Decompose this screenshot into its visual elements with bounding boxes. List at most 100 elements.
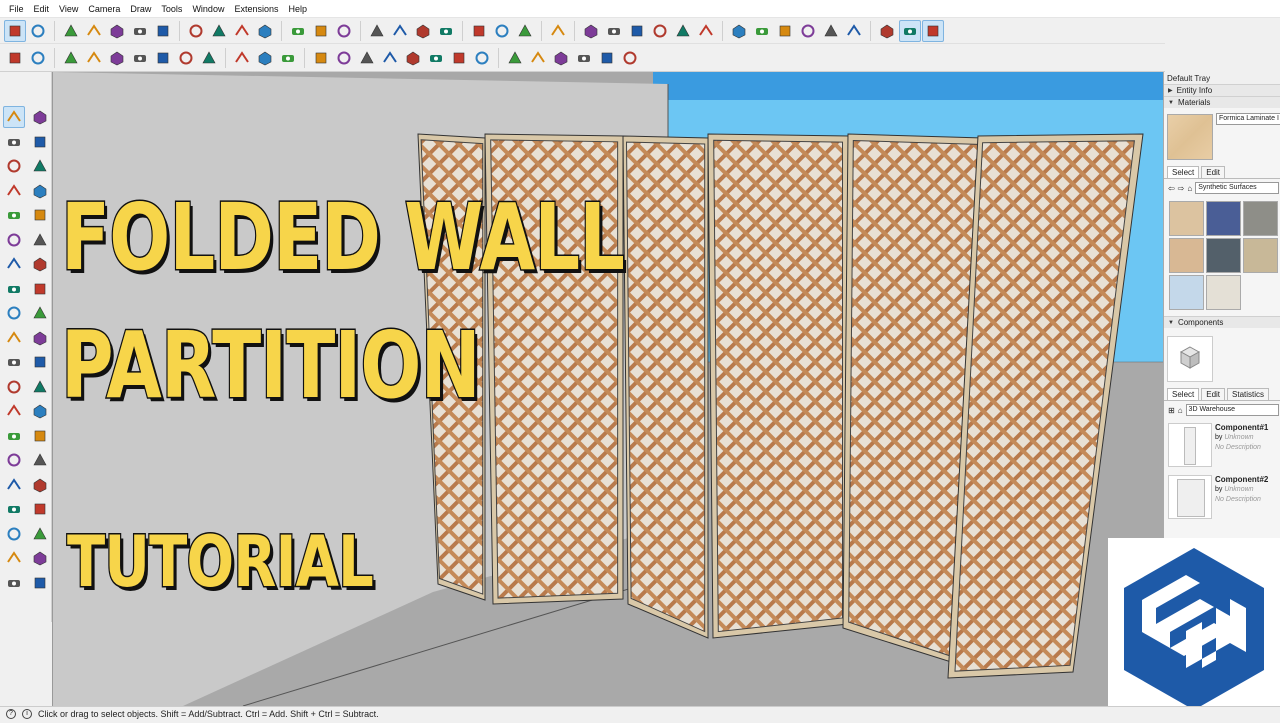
menu-extensions[interactable]: Extensions xyxy=(229,4,283,14)
component-tool-button[interactable] xyxy=(29,106,51,128)
flip-edge-button[interactable] xyxy=(152,47,174,69)
tab-materials-select[interactable]: Select xyxy=(1167,166,1200,178)
monochrome-button[interactable] xyxy=(843,20,865,42)
scale-button[interactable] xyxy=(208,20,230,42)
arc-tool-button[interactable] xyxy=(3,229,25,251)
split-button[interactable] xyxy=(310,47,332,69)
tab-components-select[interactable]: Select xyxy=(1167,388,1200,400)
3d-text-tool-button[interactable] xyxy=(29,400,51,422)
right-view-button[interactable] xyxy=(649,20,671,42)
material-swatch[interactable] xyxy=(1169,201,1204,236)
pie-tool-button[interactable] xyxy=(29,229,51,251)
menu-edit[interactable]: Edit xyxy=(29,4,55,14)
color-button[interactable] xyxy=(4,47,26,69)
offset-tool-button[interactable] xyxy=(29,327,51,349)
zoom-extents-tool-button[interactable] xyxy=(3,474,25,496)
cloud-button[interactable] xyxy=(425,47,447,69)
terrain-button[interactable] xyxy=(379,47,401,69)
entity-info-header[interactable]: ▶ Entity Info xyxy=(1164,84,1280,96)
material-swatch[interactable] xyxy=(1206,275,1241,310)
orbit-tool-button[interactable] xyxy=(3,425,25,447)
paint-button[interactable] xyxy=(333,20,355,42)
zoom-window-tool-button[interactable] xyxy=(29,449,51,471)
subtract-button[interactable] xyxy=(573,47,595,69)
layout-tool-button[interactable] xyxy=(29,572,51,594)
home-icon[interactable]: ⌂ xyxy=(1187,184,1192,193)
from-scratch-button[interactable] xyxy=(198,47,220,69)
look-around-tool-button[interactable] xyxy=(29,498,51,520)
arc-button[interactable] xyxy=(83,20,105,42)
material-swatch[interactable] xyxy=(1206,238,1241,273)
tab-materials-edit[interactable]: Edit xyxy=(1201,166,1226,178)
refresh-button[interactable] xyxy=(277,47,299,69)
info-icon[interactable]: i xyxy=(22,708,32,719)
freehand-tool-button[interactable] xyxy=(29,155,51,177)
intersect-button[interactable] xyxy=(527,47,549,69)
zoom-tool-button[interactable] xyxy=(3,449,25,471)
hidden-line-button[interactable] xyxy=(774,20,796,42)
zoom-extents-button[interactable] xyxy=(435,20,457,42)
material-swatch[interactable] xyxy=(1243,238,1278,273)
drape-button[interactable] xyxy=(106,47,128,69)
view-options-icon[interactable]: ⊞ xyxy=(1168,406,1175,415)
material-preview[interactable] xyxy=(1167,114,1213,160)
line-tool-button[interactable] xyxy=(3,155,25,177)
dimension-tool-button[interactable] xyxy=(29,351,51,373)
tape-tool-button[interactable] xyxy=(3,351,25,373)
tab-components-statistics[interactable]: Statistics xyxy=(1227,388,1270,400)
move-tool-button[interactable] xyxy=(3,278,25,300)
eraser-tool-button[interactable] xyxy=(29,131,51,153)
eraser-button[interactable] xyxy=(27,20,49,42)
dimension-button[interactable] xyxy=(310,20,332,42)
menu-draw[interactable]: Draw xyxy=(125,4,156,14)
wireframe-button[interactable] xyxy=(751,20,773,42)
walk-tool-button[interactable] xyxy=(3,523,25,545)
material-library-select[interactable]: Synthetic Surfaces xyxy=(1195,182,1279,194)
text-tool-button[interactable] xyxy=(29,376,51,398)
pan-tool-button[interactable] xyxy=(29,425,51,447)
orbit-button[interactable] xyxy=(366,20,388,42)
position-camera-tool-button[interactable] xyxy=(3,498,25,520)
tree-button[interactable] xyxy=(356,47,378,69)
warehouse-button[interactable] xyxy=(491,20,513,42)
rotated-rect-tool-button[interactable] xyxy=(29,180,51,202)
list-item[interactable]: Component#1 by Unknown No Description xyxy=(1164,419,1280,471)
arc3-tool-button[interactable] xyxy=(3,253,25,275)
user-button[interactable] xyxy=(547,20,569,42)
tab-components-edit[interactable]: Edit xyxy=(1201,388,1226,400)
solid-button[interactable] xyxy=(254,47,276,69)
shape-button[interactable] xyxy=(106,20,128,42)
back-view-button[interactable] xyxy=(672,20,694,42)
warehouse-tool-button[interactable] xyxy=(29,547,51,569)
material-swatch[interactable] xyxy=(1206,201,1241,236)
components-header[interactable]: ▼ Components xyxy=(1164,316,1280,328)
menu-camera[interactable]: Camera xyxy=(83,4,125,14)
left-view-button[interactable] xyxy=(695,20,717,42)
follow-me-tool-button[interactable] xyxy=(29,302,51,324)
material-swatch[interactable] xyxy=(1169,275,1204,310)
mail-button[interactable] xyxy=(448,47,470,69)
tape-button[interactable] xyxy=(254,20,276,42)
scale-tool-button[interactable] xyxy=(3,327,25,349)
info-button[interactable] xyxy=(471,47,493,69)
xray-button[interactable] xyxy=(728,20,750,42)
offset-button[interactable] xyxy=(231,20,253,42)
add-detail-button[interactable] xyxy=(129,47,151,69)
pan-button[interactable] xyxy=(389,20,411,42)
menu-file[interactable]: File xyxy=(4,4,29,14)
outer-shell-button[interactable] xyxy=(504,47,526,69)
list-item[interactable]: Component#2 by Unknown No Description xyxy=(1164,471,1280,523)
arc2-tool-button[interactable] xyxy=(29,253,51,275)
stamp-button[interactable] xyxy=(83,47,105,69)
from-contours-button[interactable] xyxy=(175,47,197,69)
line-button[interactable] xyxy=(60,20,82,42)
display-section-button[interactable] xyxy=(899,19,921,42)
material-swatch[interactable] xyxy=(1243,201,1278,236)
menu-view[interactable]: View xyxy=(54,4,83,14)
eye-button[interactable] xyxy=(231,47,253,69)
extension-tool-button[interactable] xyxy=(3,572,25,594)
axes-tool-button[interactable] xyxy=(3,400,25,422)
push-pull-tool-button[interactable] xyxy=(29,278,51,300)
add-location-button[interactable] xyxy=(333,47,355,69)
smoove-button[interactable] xyxy=(60,47,82,69)
